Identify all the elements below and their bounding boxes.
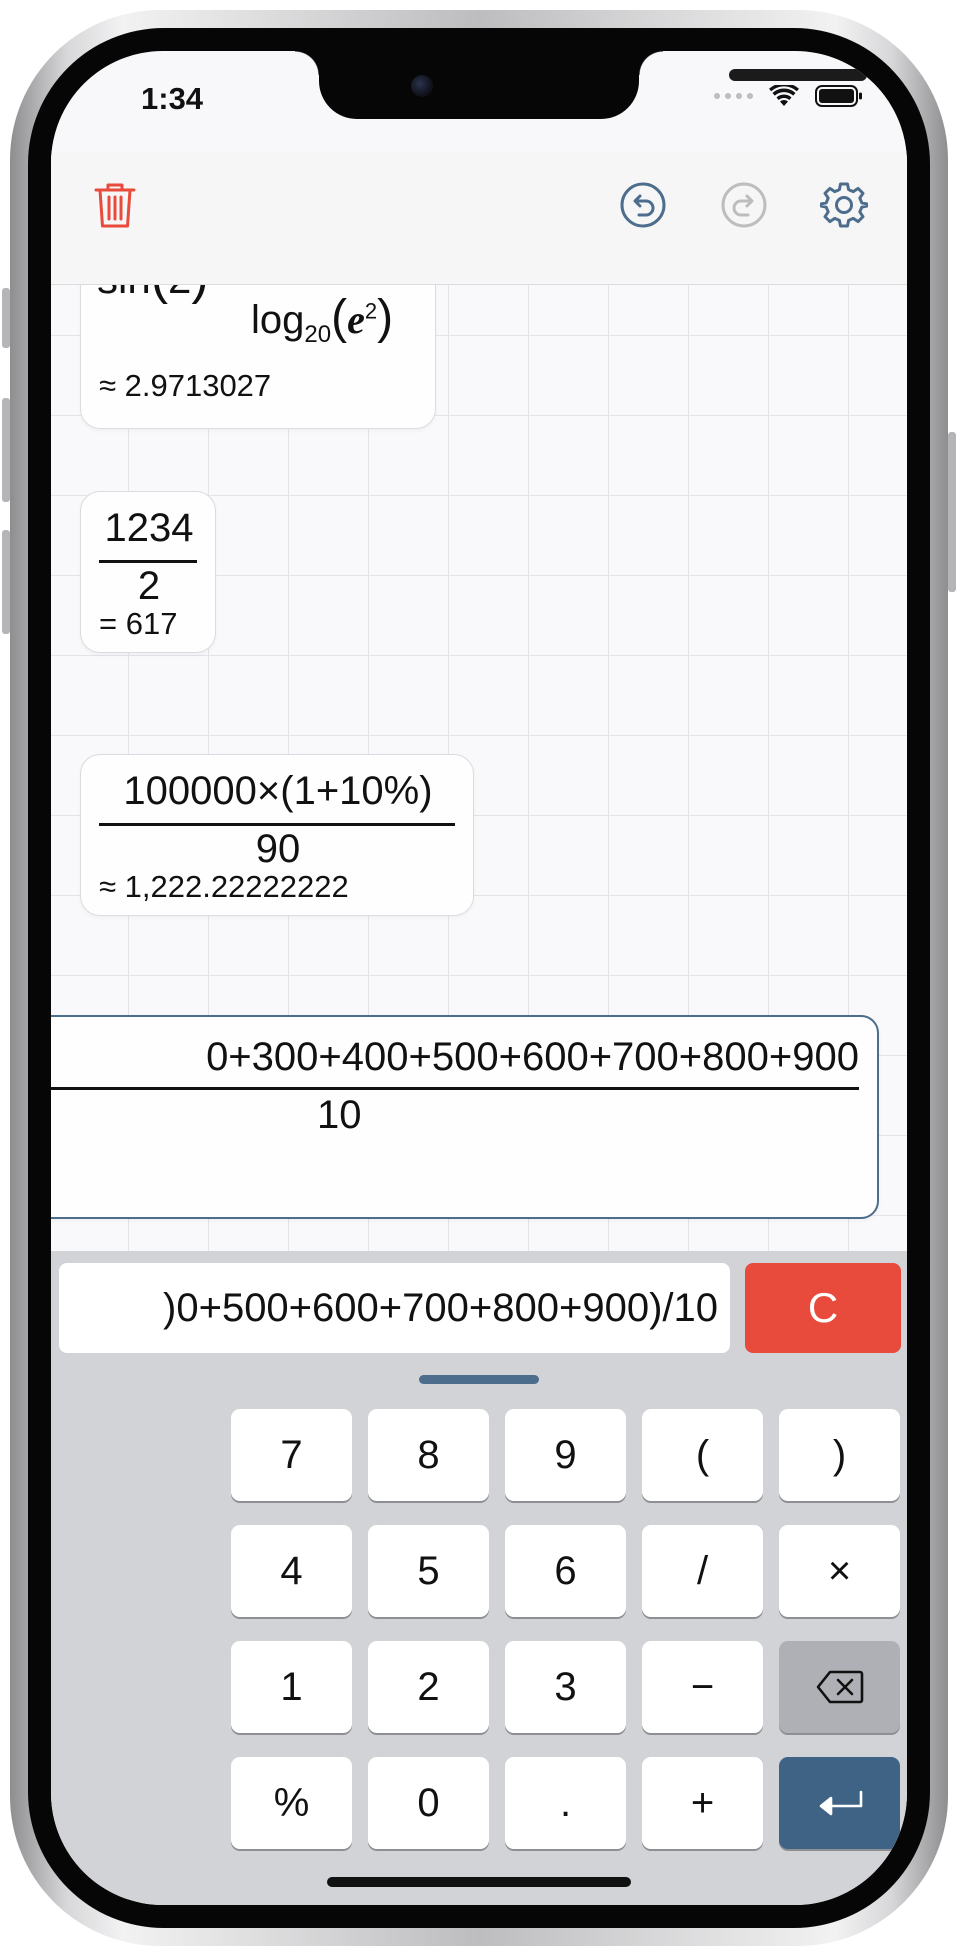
status-icons bbox=[714, 85, 863, 107]
power-button bbox=[948, 432, 956, 592]
denominator-expression: 90 bbox=[255, 827, 301, 871]
front-camera bbox=[411, 75, 433, 97]
wifi-icon bbox=[769, 85, 799, 106]
undo-icon bbox=[620, 182, 666, 228]
fraction-bar bbox=[99, 560, 197, 563]
settings-button[interactable] bbox=[818, 179, 870, 231]
calculator-keyboard: )0+500+600+700+800+900)/10 C 7 8 9 ( ) 4… bbox=[51, 1251, 907, 1905]
key-9[interactable]: 9 bbox=[505, 1409, 626, 1501]
key-percent[interactable]: % bbox=[231, 1757, 352, 1849]
key-0[interactable]: 0 bbox=[368, 1757, 489, 1849]
numerator-expression: sin(2) bbox=[97, 285, 209, 306]
volume-up-button bbox=[2, 398, 10, 502]
numerator-expression: 100000×(1+10%) bbox=[123, 769, 433, 813]
key-plus[interactable]: + bbox=[642, 1757, 763, 1849]
status-time: 1:34 bbox=[141, 81, 204, 116]
active-calculation-card[interactable]: 0+300+400+500+600+700+800+900 10 bbox=[51, 1015, 879, 1219]
key-6[interactable]: 6 bbox=[505, 1525, 626, 1617]
key-7[interactable]: 7 bbox=[231, 1409, 352, 1501]
undo-button[interactable] bbox=[617, 179, 669, 231]
redo-button[interactable] bbox=[718, 179, 770, 231]
fraction-bar bbox=[99, 823, 455, 826]
key-multiply[interactable]: × bbox=[779, 1525, 900, 1617]
key-open-paren[interactable]: ( bbox=[642, 1409, 763, 1501]
clear-all-button[interactable] bbox=[89, 179, 141, 231]
key-1[interactable]: 1 bbox=[231, 1641, 352, 1733]
trash-icon bbox=[94, 183, 136, 228]
key-close-paren[interactable]: ) bbox=[779, 1409, 900, 1501]
notch bbox=[295, 51, 867, 119]
numerator-expression: 0+300+400+500+600+700+800+900 bbox=[206, 1035, 859, 1079]
calculation-card[interactable]: 1234 2 = 617 bbox=[80, 491, 216, 653]
denominator-expression: 2 bbox=[137, 564, 161, 608]
earpiece bbox=[729, 69, 867, 81]
key-5[interactable]: 5 bbox=[368, 1525, 489, 1617]
key-2[interactable]: 2 bbox=[368, 1641, 489, 1733]
fraction-bar bbox=[51, 1087, 859, 1090]
denominator-expression: 10 bbox=[317, 1093, 362, 1137]
key-minus[interactable]: − bbox=[642, 1641, 763, 1733]
key-divide[interactable]: / bbox=[642, 1525, 763, 1617]
clear-button[interactable]: C bbox=[745, 1263, 901, 1353]
calculation-canvas[interactable]: sin(2) log20(e2) ≈ 2.9713027 1234 2 = 61… bbox=[51, 285, 907, 1251]
gear-icon bbox=[820, 182, 868, 228]
calculation-card[interactable]: sin(2) log20(e2) ≈ 2.9713027 bbox=[80, 285, 436, 429]
keyboard-drag-handle[interactable] bbox=[419, 1375, 539, 1384]
silent-switch bbox=[2, 288, 10, 348]
return-icon bbox=[819, 1790, 862, 1816]
backspace-icon bbox=[816, 1670, 863, 1704]
key-decimal[interactable]: . bbox=[505, 1757, 626, 1849]
expression-input[interactable]: )0+500+600+700+800+900)/10 bbox=[59, 1263, 730, 1353]
key-8[interactable]: 8 bbox=[368, 1409, 489, 1501]
result-text: ≈ 1,222.22222222 bbox=[99, 869, 349, 904]
cellular-signal-icon bbox=[714, 93, 753, 99]
numerator-expression: 1234 bbox=[104, 506, 194, 550]
screen: 1:34 log20(e2) ≈ 2.9713027 1234 2 = 617 … bbox=[51, 51, 907, 1905]
result-text: ≈ 2.9713027 bbox=[99, 368, 272, 403]
key-4[interactable]: 4 bbox=[231, 1525, 352, 1617]
toolbar bbox=[51, 151, 907, 285]
home-indicator bbox=[327, 1877, 631, 1887]
key-3[interactable]: 3 bbox=[505, 1641, 626, 1733]
denominator-expression: log20(e2) bbox=[251, 291, 394, 348]
calculation-card[interactable]: 100000×(1+10%) 90 ≈ 1,222.22222222 bbox=[80, 754, 474, 916]
result-text: = 617 bbox=[99, 606, 178, 641]
redo-icon bbox=[721, 182, 767, 228]
backspace-button[interactable] bbox=[779, 1641, 900, 1733]
enter-button[interactable] bbox=[779, 1757, 900, 1849]
volume-down-button bbox=[2, 530, 10, 634]
battery-icon bbox=[815, 85, 862, 107]
